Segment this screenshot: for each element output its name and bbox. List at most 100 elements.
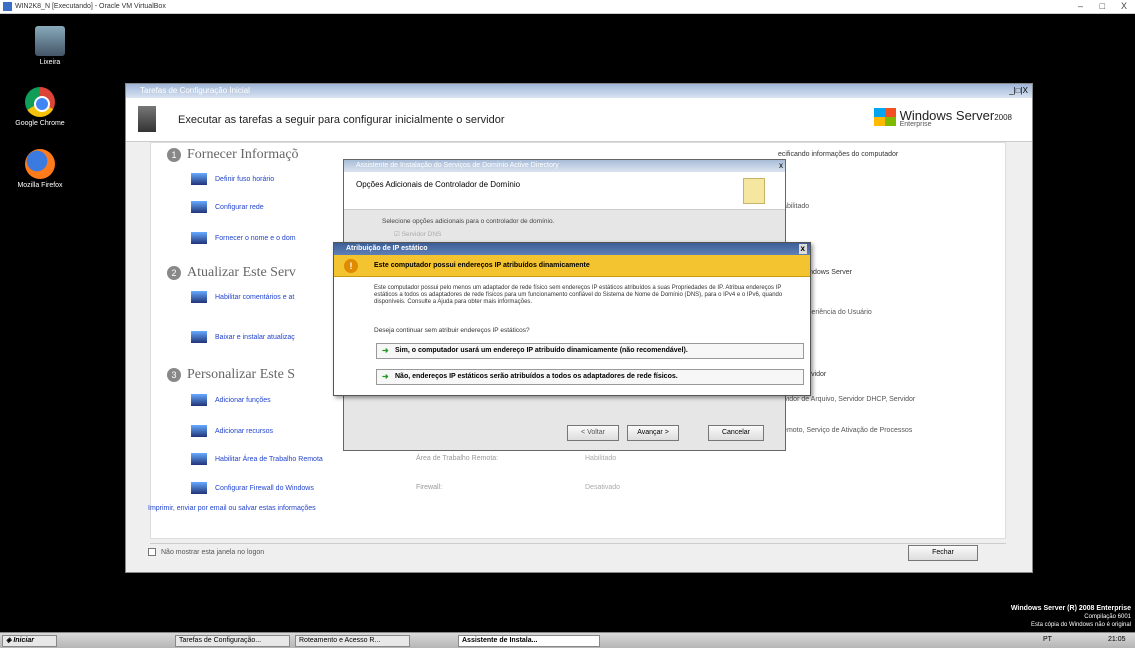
- section-provide-info: 1 Fornecer Informaçõ: [167, 147, 299, 163]
- window-title-bar[interactable]: Tarefas de Configuração Inicial _|□|X: [126, 84, 1032, 98]
- desktop-icon-label: Mozilla Firefox: [17, 182, 63, 189]
- wizard-title-bar[interactable]: Assistente de Instalação do Serviços de …: [344, 160, 785, 172]
- start-button[interactable]: ◈ Iniciar: [2, 635, 57, 647]
- update-icon: [191, 331, 207, 343]
- start-label: Iniciar: [13, 637, 34, 644]
- close-window-button[interactable]: Fechar: [908, 545, 978, 561]
- option-yes-label: Sim, o computador usará um endereço IP a…: [395, 347, 688, 354]
- desktop-icon-label: Google Chrome: [15, 120, 65, 127]
- maximize-button[interactable]: □: [1100, 1, 1105, 11]
- link-label: Baixar e instalar atualizaç: [215, 333, 295, 341]
- trash-icon: [35, 26, 65, 56]
- banner: Executar as tarefas a seguir para config…: [126, 98, 1032, 142]
- roles-status: ervidor de Arquivo, Servidor DHCP, Servi…: [778, 396, 916, 403]
- link-add-roles[interactable]: Adicionar funções: [191, 394, 271, 406]
- dns-server-option[interactable]: ☑ Servidor DNS: [394, 230, 441, 238]
- logo-version: 2008: [994, 113, 1012, 122]
- taskbar-item-routing[interactable]: Roteamento e Acesso R...: [295, 635, 410, 647]
- dont-show-checkbox[interactable]: Não mostrar esta janela no logon: [148, 548, 264, 556]
- wizard-back-button[interactable]: < Voltar: [567, 425, 619, 441]
- link-computer-name[interactable]: Fornecer o nome e o dom: [191, 232, 296, 244]
- dialog-body: Este computador possui pelo menos um ada…: [374, 285, 783, 305]
- desktop-icon-recycle-bin[interactable]: Lixeira: [15, 26, 85, 66]
- dialog-title-bar[interactable]: Atribuição de IP estático x: [334, 243, 810, 255]
- features-icon: [191, 425, 207, 437]
- firefox-icon: [25, 149, 55, 179]
- link-download-updates[interactable]: Baixar e instalar atualizaç: [191, 331, 295, 343]
- checkbox-label: Não mostrar esta janela no logon: [161, 548, 265, 556]
- wizard-title: Assistente de Instalação do Serviços de …: [356, 162, 559, 169]
- taskbar: ◈ Iniciar Tarefas de Configuração... Rot…: [0, 632, 1135, 648]
- option-no-label: Não, endereços IP estáticos serão atribu…: [395, 373, 678, 380]
- warning-banner: ! Este computador possui endereços IP at…: [334, 255, 810, 277]
- dialog-title: Atribuição de IP estático: [346, 245, 428, 252]
- firewall-icon: [191, 482, 207, 494]
- wizard-cancel-button[interactable]: Cancelar: [708, 425, 764, 441]
- link-label: Adicionar funções: [215, 396, 271, 404]
- wizard-heading: Opções Adicionais de Controlador de Domí…: [356, 180, 521, 189]
- section-title: Atualizar Este Serv: [187, 265, 296, 280]
- virtualbox-icon: [3, 2, 12, 11]
- link-enable-feedback[interactable]: Habilitar comentários e at: [191, 291, 294, 303]
- link-label: Definir fuso horário: [215, 175, 275, 183]
- firewall-key: Firewall:: [416, 484, 443, 491]
- link-remote-desktop[interactable]: Habilitar Área de Trabalho Remota: [191, 453, 323, 465]
- window-controls[interactable]: _|□|X: [1009, 84, 1028, 98]
- network-icon: [191, 201, 207, 213]
- link-set-timezone[interactable]: Definir fuso horário: [191, 173, 274, 185]
- server-tasks-icon: [138, 106, 156, 132]
- watermark-build: Compilação 6001: [1084, 614, 1131, 620]
- arrow-right-icon: ➜: [382, 372, 389, 381]
- link-label: Fornecer o nome e o dom: [215, 234, 296, 242]
- desktop-icon-label: Lixeira: [39, 59, 61, 66]
- close-button[interactable]: X: [1121, 1, 1127, 11]
- windows-server-logo: Windows Server2008 Enterprise: [873, 108, 1012, 128]
- wizard-close-button[interactable]: x: [779, 160, 783, 172]
- clock: 21:05: [1108, 636, 1126, 643]
- chrome-icon: [25, 87, 55, 117]
- desktop-icon-chrome[interactable]: Google Chrome: [5, 87, 75, 127]
- print-email-save-link[interactable]: Imprimir, enviar por email ou salvar est…: [148, 505, 316, 512]
- link-add-features[interactable]: Adicionar recursos: [191, 425, 273, 437]
- banner-title: Executar as tarefas a seguir para config…: [178, 114, 505, 126]
- static-ip-dialog: Atribuição de IP estático x ! Este compu…: [333, 242, 811, 396]
- warning-text: Este computador possui endereços IP atri…: [374, 262, 590, 269]
- section-number: 2: [167, 266, 181, 280]
- taskbar-item-wizard[interactable]: Assistente de Instala...: [458, 635, 600, 647]
- virtualbox-title-bar: WIN2K8_N [Executando] - Oracle VM Virtua…: [0, 0, 1135, 14]
- bottom-bar: [150, 543, 1006, 571]
- link-label: Habilitar comentários e at: [215, 293, 295, 301]
- section-update-server: 2 Atualizar Este Serv: [167, 265, 296, 281]
- desktop-icon-firefox[interactable]: Mozilla Firefox: [5, 149, 75, 189]
- dialog-close-button[interactable]: x: [798, 244, 807, 254]
- book-icon: [743, 178, 765, 204]
- link-label: Habilitar Área de Trabalho Remota: [215, 455, 323, 463]
- taskbar-item-config[interactable]: Tarefas de Configuração...: [175, 635, 290, 647]
- remote-desktop-value: Habilitado: [585, 455, 617, 462]
- computer-icon: [191, 232, 207, 244]
- link-label: Adicionar recursos: [215, 427, 273, 435]
- features-status: Remoto, Serviço de Ativação de Processos: [778, 427, 913, 434]
- remote-desktop-key: Área de Trabalho Remota:: [416, 455, 499, 462]
- link-configure-network[interactable]: Configurar rede: [191, 201, 264, 213]
- warning-icon: !: [344, 259, 358, 273]
- section-customize-server: 3 Personalizar Este S: [167, 367, 295, 383]
- virtualbox-title: WIN2K8_N [Executando] - Oracle VM Virtua…: [15, 3, 166, 10]
- remote-desktop-icon: [191, 453, 207, 465]
- section-number: 1: [167, 148, 181, 162]
- clock-icon: [191, 173, 207, 185]
- task-label: Roteamento e Acesso R...: [299, 637, 381, 644]
- section-title: Personalizar Este S: [187, 367, 296, 382]
- minimize-button[interactable]: –: [1078, 1, 1083, 11]
- option-yes-dynamic[interactable]: ➜ Sim, o computador usará um endereço IP…: [376, 343, 804, 359]
- option-no-static[interactable]: ➜ Não, endereços IP estáticos serão atri…: [376, 369, 804, 385]
- watermark-edition: Windows Server (R) 2008 Enterprise: [1010, 605, 1131, 612]
- feedback-icon: [191, 291, 207, 303]
- language-indicator[interactable]: PT: [1040, 635, 1060, 647]
- link-configure-firewall[interactable]: Configurar Firewall do Windows: [191, 482, 314, 494]
- dns-option-label: Servidor DNS: [401, 231, 442, 238]
- wizard-next-button[interactable]: Avançar >: [627, 425, 679, 441]
- checkbox-box[interactable]: [148, 548, 156, 556]
- roles-icon: [191, 394, 207, 406]
- task-label: Tarefas de Configuração...: [179, 637, 262, 644]
